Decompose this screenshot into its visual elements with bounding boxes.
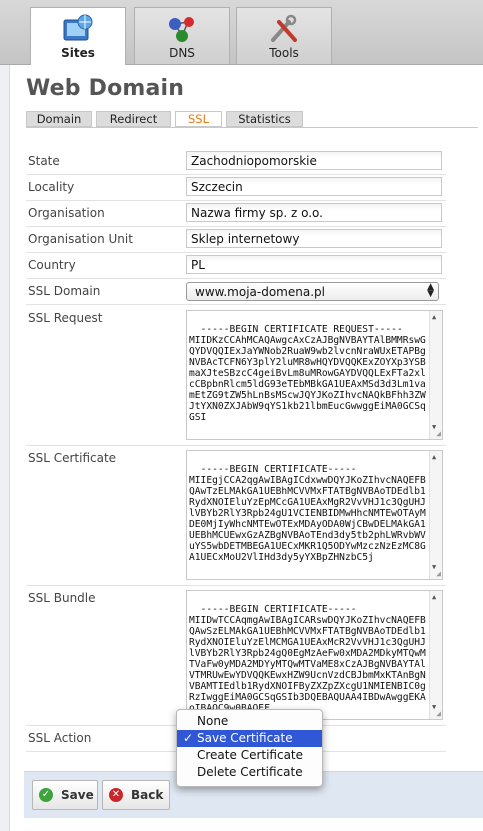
ssl-domain-value: www.moja-domena.pl [195, 285, 325, 299]
locality-label: Locality [28, 180, 75, 194]
menu-option-label: Save Certificate [197, 731, 293, 745]
scroll-up-icon[interactable]: ▲ [432, 312, 436, 323]
ssl-action-dropdown-menu: None ✓ Save Certificate Create Certifica… [176, 709, 323, 787]
ssl-domain-select[interactable]: www.moja-domena.pl ▲ ▼ [186, 282, 439, 301]
checkmark-icon: ✓ [183, 731, 194, 745]
scroll-up-icon[interactable]: ▲ [432, 592, 436, 603]
resize-grip-icon[interactable]: ◢ [436, 428, 441, 439]
ssl-action-label: SSL Action [28, 731, 92, 745]
select-arrows-icon: ▲ ▼ [427, 282, 434, 299]
ssl-certificate-scrollbar[interactable]: ▲ ▼ ◢ [429, 451, 442, 579]
country-label: Country [28, 258, 76, 272]
locality-input[interactable]: Szczecin [186, 177, 442, 196]
check-icon: ✓ [39, 788, 53, 802]
ssl-request-scrollbar[interactable]: ▲ ▼ ◢ [429, 311, 442, 439]
organisation-input[interactable]: Nazwa firmy sp. z o.o. [186, 203, 442, 222]
ssl-certificate-label: SSL Certificate [28, 451, 117, 465]
menu-option-create-certificate[interactable]: Create Certificate [177, 747, 322, 764]
menu-option-label: Create Certificate [197, 748, 304, 762]
sites-globe-icon [63, 14, 93, 41]
ssl-request-label: SSL Request [28, 311, 103, 325]
main-tab-bar: Sites DNS Tools [0, 0, 483, 65]
page-title: Web Domain [26, 76, 185, 101]
dns-network-icon [169, 17, 194, 42]
tab-dns-label: DNS [169, 46, 195, 60]
menu-option-label: None [197, 714, 229, 728]
tab-tools-label: Tools [269, 46, 299, 60]
organisation-unit-input[interactable]: Sklep internetowy [186, 229, 442, 248]
state-input[interactable]: Zachodniopomorskie [186, 151, 442, 170]
menu-option-none[interactable]: None [177, 713, 322, 730]
resize-grip-icon[interactable]: ◢ [436, 568, 441, 579]
tools-wrench-icon [271, 14, 297, 42]
tab-ssl[interactable]: SSL [175, 111, 222, 127]
ssl-request-text: -----BEGIN CERTIFICATE REQUEST----- MIID… [189, 324, 426, 423]
ssl-request-textarea[interactable]: -----BEGIN CERTIFICATE REQUEST----- MIID… [186, 310, 443, 440]
back-button-label: Back [131, 788, 164, 802]
state-label: State [28, 154, 60, 168]
organisation-label: Organisation [28, 206, 105, 220]
ssl-bundle-scrollbar[interactable]: ▲ ▼ ◢ [429, 591, 442, 719]
sub-tab-divider [26, 127, 478, 128]
ssl-bundle-text: -----BEGIN CERTIFICATE----- MIIDwTCCAqmg… [189, 604, 426, 714]
ssl-bundle-textarea[interactable]: -----BEGIN CERTIFICATE----- MIIDwTCCAqmg… [186, 590, 443, 720]
ssl-certificate-text: -----BEGIN CERTIFICATE----- MIIEgjCCA2qg… [189, 464, 426, 563]
tab-dns[interactable]: DNS [134, 7, 230, 64]
cancel-x-icon: ✕ [109, 788, 123, 802]
menu-option-label: Delete Certificate [197, 765, 303, 779]
tab-redirect[interactable]: Redirect [96, 111, 171, 127]
menu-option-delete-certificate[interactable]: Delete Certificate [177, 764, 322, 781]
scroll-up-icon[interactable]: ▲ [432, 452, 436, 463]
country-input[interactable]: PL [186, 255, 442, 274]
save-button-label: Save [61, 788, 94, 802]
tab-tools[interactable]: Tools [236, 7, 332, 64]
back-button[interactable]: ✕ Back [102, 780, 170, 810]
tab-sites[interactable]: Sites [30, 7, 126, 65]
menu-option-save-certificate[interactable]: ✓ Save Certificate [177, 730, 322, 747]
resize-grip-icon[interactable]: ◢ [436, 708, 441, 719]
ssl-domain-label: SSL Domain [28, 284, 101, 298]
save-button[interactable]: ✓ Save [32, 780, 98, 810]
ssl-bundle-label: SSL Bundle [28, 591, 96, 605]
tab-domain[interactable]: Domain [26, 111, 92, 127]
ssl-certificate-textarea[interactable]: -----BEGIN CERTIFICATE----- MIIEgjCCA2qg… [186, 450, 443, 580]
left-rail [0, 65, 10, 831]
organisation-unit-label: Organisation Unit [28, 232, 133, 246]
tab-statistics[interactable]: Statistics [226, 111, 303, 127]
tab-sites-label: Sites [61, 46, 95, 60]
